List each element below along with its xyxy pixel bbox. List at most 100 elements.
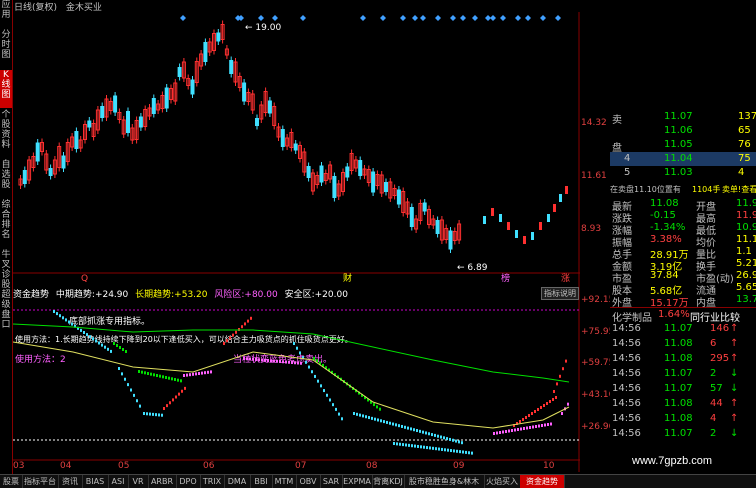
- indicator-bar: [443, 436, 445, 440]
- tick-volume: 2: [710, 428, 717, 439]
- left-tab-7[interactable]: 超级盘口: [0, 290, 12, 338]
- bottom-tab-12[interactable]: OBV: [296, 475, 321, 488]
- indicator-bar: [471, 451, 473, 455]
- indicator-bar: [332, 403, 334, 407]
- ask-row[interactable]: 卖 11.07 137: [610, 110, 756, 126]
- indicator-help-button[interactable]: 指标说明: [541, 287, 579, 300]
- tick-volume: 146: [710, 323, 730, 334]
- left-tab-4[interactable]: 自选股: [0, 160, 12, 198]
- bottom-tab-8[interactable]: TRIX: [200, 475, 225, 488]
- bottom-tab-3[interactable]: BIAS: [82, 475, 109, 488]
- quote-value: 11.1: [736, 234, 756, 245]
- ask-volume: 137: [738, 111, 756, 122]
- indicator-bar: [59, 314, 61, 318]
- sector-row[interactable]: 化学制品 1.64% 同行业比较: [610, 307, 756, 324]
- candle-body: [126, 111, 130, 133]
- candle-body: [565, 186, 568, 194]
- indicator-bar: [531, 412, 533, 415]
- quote-value: 5.65: [736, 282, 756, 293]
- indicator-bar: [171, 377, 173, 381]
- indicator-bar: [119, 346, 121, 349]
- bottom-tab-13[interactable]: SAR: [320, 475, 343, 488]
- bottom-tab-15[interactable]: 背离KDJ: [372, 475, 405, 488]
- candle-body: [177, 67, 182, 77]
- up-arrow-icon: ↑: [730, 338, 739, 349]
- month-label: 05: [118, 461, 130, 471]
- indicator-bar: [329, 398, 331, 402]
- bottom-tab-10[interactable]: BBI: [250, 475, 273, 488]
- candle-body: [491, 208, 494, 216]
- left-tab-3[interactable]: 个股资料: [0, 110, 12, 158]
- indicator-bar: [419, 429, 421, 433]
- candle-body: [409, 207, 414, 227]
- indicator-bar: [320, 384, 322, 388]
- left-tab-6[interactable]: 牛叉诊股: [0, 250, 12, 290]
- left-tab-5[interactable]: 综合排名: [0, 200, 12, 248]
- bottom-tab-5[interactable]: VR: [128, 475, 149, 488]
- indicator-bar: [180, 379, 182, 383]
- up-arrow-icon: ↑: [730, 398, 739, 409]
- ask-price: 11.06: [664, 125, 693, 136]
- signal-diamond-icon: [490, 15, 496, 21]
- bottom-tab-11[interactable]: MTM: [272, 475, 297, 488]
- left-tab-1[interactable]: 分时图: [0, 30, 12, 68]
- tick-row: 14:56 11.08 4 ↑: [610, 412, 756, 426]
- indicator-bar: [371, 416, 373, 420]
- ask-row[interactable]: 5 11.03 4: [610, 166, 756, 180]
- bottom-tab-0[interactable]: 股票: [0, 475, 23, 488]
- tick-row: 14:56 11.08 44 ↑: [610, 397, 756, 411]
- bottom-tab-16[interactable]: 股市稳胜鱼身&林木: [404, 475, 485, 488]
- indicator-bar: [136, 399, 138, 403]
- quote-value: 1.1: [736, 246, 752, 257]
- indicator-bar: [162, 375, 164, 379]
- tick-volume: 295: [710, 353, 730, 364]
- indicator-bar: [522, 418, 524, 421]
- ask-row[interactable]: 盘 11.05 76: [610, 138, 756, 154]
- indicator-bar: [186, 373, 188, 377]
- indicator-bar: [458, 440, 460, 444]
- bottom-tab-6[interactable]: ARBR: [148, 475, 177, 488]
- candle-body: [448, 230, 453, 250]
- indicator-name[interactable]: 资金趋势: [13, 290, 49, 300]
- bottom-tab-14[interactable]: EXPMA: [342, 475, 373, 488]
- bottom-tab-1[interactable]: 指标平台: [22, 475, 59, 488]
- indicator-bar: [519, 420, 521, 423]
- candle-body: [531, 232, 534, 240]
- bottom-tab-18[interactable]: 资金趋势: [520, 475, 565, 488]
- long-trend-line: [13, 323, 570, 383]
- bottom-tab-4[interactable]: ASI: [108, 475, 129, 488]
- notice-volume: 1104手: [692, 185, 721, 194]
- indicator-note: 使用方法：2: [15, 353, 66, 365]
- indicator-bar: [138, 370, 140, 373]
- candle-body: [507, 222, 510, 230]
- bottom-tab-17[interactable]: 火焰买入: [484, 475, 521, 488]
- indicator-bar: [517, 428, 519, 431]
- bottom-tab-2[interactable]: 资讯: [58, 475, 83, 488]
- indicator-bar: [144, 371, 146, 375]
- indicator-bar: [113, 342, 115, 345]
- ask-row[interactable]: 4 11.04 75: [610, 152, 756, 166]
- left-tab-0[interactable]: 应用: [0, 0, 12, 28]
- ask-row[interactable]: 11.06 65: [610, 124, 756, 138]
- order-notice[interactable]: 在卖盘11.10位置有 1104手卖单!查看详单: [610, 183, 756, 197]
- indicator-bar: [404, 425, 406, 429]
- bottom-tab-7[interactable]: DPO: [176, 475, 201, 488]
- indicator-bar: [541, 424, 543, 427]
- indicator-bar: [431, 433, 433, 437]
- indicator-bar: [499, 431, 501, 434]
- indicator-bar: [282, 360, 284, 364]
- notice-link: 卖单!查看详单: [722, 185, 756, 194]
- month-axis: 03 04 05 06 07 08 09 10: [13, 461, 580, 473]
- indicator-bar: [362, 414, 364, 418]
- kline-chart[interactable]: ← 19.00 ← 6.89 Q 财 榜 涨底部抓涨专用指标。使用方法：1.长期趋势线持续…: [13, 12, 580, 472]
- indicator-note: 使用方法：1.长期趋势线持续下降到20以下逢低买入，可以结合主力吸货点的抓住吸货…: [15, 334, 353, 344]
- left-tab-2[interactable]: K线图: [0, 70, 12, 108]
- bottom-tab-9[interactable]: DMA: [224, 475, 251, 488]
- indicator-bar: [116, 344, 118, 347]
- indicator-bar: [229, 336, 231, 340]
- ask-price: 11.05: [664, 139, 693, 150]
- indicator-bar: [169, 401, 171, 405]
- indicator-bar: [414, 444, 416, 448]
- candle-body: [515, 230, 518, 238]
- low-price-annotation: ← 6.89: [457, 263, 488, 273]
